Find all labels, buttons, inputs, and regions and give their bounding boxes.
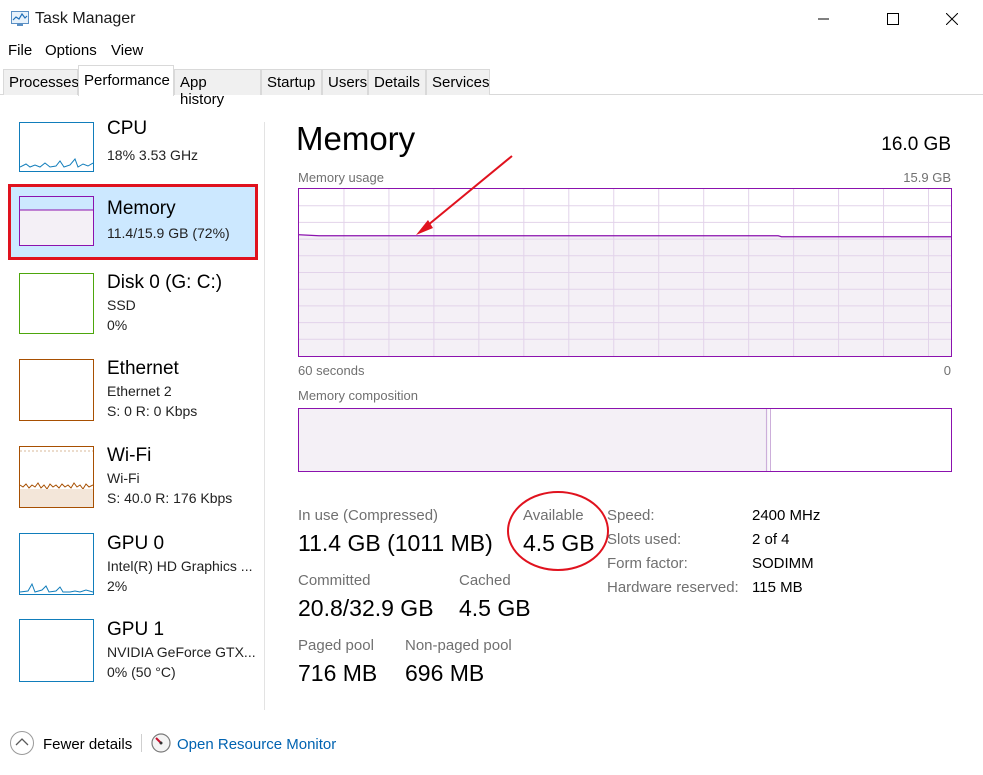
sidebar-item-gpu-0[interactable]: GPU 0 Intel(R) HD Graphics ... 2%	[8, 519, 258, 595]
minimize-button[interactable]	[801, 0, 847, 38]
menu-view[interactable]: View	[111, 42, 143, 59]
tab-users[interactable]: Users	[322, 69, 368, 95]
sidebar-item-detail: SSD	[107, 297, 136, 313]
composition-in-use-segment	[299, 409, 769, 471]
open-resource-monitor-link[interactable]: Open Resource Monitor	[177, 736, 336, 753]
hardware-reserved-value: 115 MB	[752, 579, 803, 596]
footer-bar: Fewer details Open Resource Monitor	[0, 720, 983, 775]
committed-label: Committed	[298, 572, 371, 589]
tab-strip: Processes Performance App history Startu…	[0, 65, 983, 108]
available-label: Available	[523, 507, 584, 524]
sidebar-item-disk[interactable]: Disk 0 (G: C:) SSD 0%	[8, 258, 258, 334]
sidebar-item-detail: 18% 3.53 GHz	[107, 147, 199, 163]
sidebar-item-title: CPU	[107, 118, 148, 139]
paged-pool-label: Paged pool	[298, 637, 374, 654]
speed-label: Speed:	[607, 507, 655, 524]
tab-app-history[interactable]: App history	[174, 69, 261, 108]
wifi-thumbnail-graph	[19, 446, 94, 508]
slots-value: 2 of 4	[752, 531, 790, 548]
total-memory: 16.0 GB	[881, 134, 951, 155]
window-title: Task Manager	[35, 10, 136, 27]
sidebar-item-detail: Ethernet 2	[107, 383, 172, 399]
form-factor-value: SODIMM	[752, 555, 814, 572]
maximize-icon	[887, 13, 899, 25]
form-factor-label: Form factor:	[607, 555, 688, 572]
sidebar-item-title: Disk 0 (G: C:)	[107, 272, 223, 293]
sidebar-item-memory[interactable]: Memory 11.4/15.9 GB (72%)	[8, 184, 258, 260]
resource-monitor-icon	[151, 733, 171, 753]
sidebar-item-detail: Intel(R) HD Graphics ...	[107, 558, 253, 574]
usage-fill	[299, 235, 951, 356]
menu-bar: File Options View	[0, 38, 983, 64]
sidebar-item-detail: S: 40.0 R: 176 Kbps	[107, 490, 233, 506]
sidebar-item-title: GPU 0	[107, 533, 165, 554]
ethernet-thumbnail-graph	[19, 359, 94, 421]
in-use-label: In use (Compressed)	[298, 507, 439, 524]
sidebar-item-wifi[interactable]: Wi-Fi Wi-Fi S: 40.0 R: 176 Kbps	[8, 432, 258, 508]
memory-usage-max: 15.9 GB	[903, 170, 951, 185]
slots-label: Slots used:	[607, 531, 682, 548]
sidebar-item-detail: 0% (50 °C)	[107, 664, 176, 680]
available-value: 4.5 GB	[523, 530, 595, 556]
memory-composition-bar	[298, 408, 952, 472]
cached-value: 4.5 GB	[459, 595, 531, 621]
non-paged-pool-value: 696 MB	[405, 660, 485, 686]
time-axis-right: 0	[943, 363, 951, 378]
gpu1-thumbnail-graph	[19, 619, 94, 682]
memory-usage-plot	[299, 189, 951, 356]
memory-thumbnail-graph	[19, 196, 94, 246]
cpu-thumbnail-graph	[19, 122, 94, 172]
performance-sidebar: CPU 18% 3.53 GHz Memory 11.4/15.9 GB (72…	[0, 96, 264, 710]
sidebar-item-detail: 11.4/15.9 GB (72%)	[107, 225, 230, 241]
sidebar-item-title: GPU 1	[107, 619, 165, 640]
paged-pool-value: 716 MB	[298, 660, 378, 686]
memory-usage-caption: Memory usage	[298, 170, 384, 185]
non-paged-pool-label: Non-paged pool	[405, 637, 512, 654]
close-button[interactable]	[929, 0, 975, 38]
sidebar-item-detail: 2%	[107, 578, 128, 594]
menu-file[interactable]: File	[8, 42, 32, 59]
sidebar-item-detail: NVIDIA GeForce GTX...	[107, 644, 256, 660]
sidebar-divider	[264, 122, 265, 710]
sidebar-item-detail: 0%	[107, 317, 128, 333]
tab-processes[interactable]: Processes	[3, 69, 79, 95]
fewer-details-button[interactable]: Fewer details	[43, 736, 132, 753]
chevron-up-icon[interactable]	[10, 731, 34, 755]
in-use-value: 11.4 GB (1011 MB)	[298, 530, 493, 556]
disk-thumbnail-graph	[19, 273, 94, 334]
sidebar-item-ethernet[interactable]: Ethernet Ethernet 2 S: 0 R: 0 Kbps	[8, 346, 258, 422]
memory-composition-plot	[299, 409, 771, 471]
memory-composition-caption: Memory composition	[298, 388, 418, 403]
minimize-icon	[818, 18, 829, 20]
sidebar-item-gpu-1[interactable]: GPU 1 NVIDIA GeForce GTX... 0% (50 °C)	[8, 606, 258, 682]
gpu0-thumbnail-graph	[19, 533, 94, 595]
title-bar: Task Manager	[0, 0, 983, 38]
sidebar-item-title: Memory	[107, 198, 176, 219]
menu-options[interactable]: Options	[45, 42, 97, 59]
sidebar-item-detail: S: 0 R: 0 Kbps	[107, 403, 198, 419]
task-manager-icon	[11, 11, 29, 26]
cached-label: Cached	[459, 572, 511, 589]
close-icon	[946, 13, 958, 25]
memory-usage-graph	[298, 188, 952, 357]
tab-details[interactable]: Details	[368, 69, 426, 95]
committed-value: 20.8/32.9 GB	[298, 595, 434, 621]
tab-services[interactable]: Services	[426, 69, 490, 95]
sidebar-item-cpu[interactable]: CPU 18% 3.53 GHz	[8, 110, 258, 186]
sidebar-item-title: Ethernet	[107, 358, 179, 379]
tab-startup[interactable]: Startup	[261, 69, 322, 95]
footer-divider	[141, 734, 142, 752]
sidebar-item-detail: Wi-Fi	[107, 470, 140, 486]
page-title: Memory	[296, 120, 416, 157]
hardware-reserved-label: Hardware reserved:	[607, 579, 739, 596]
time-axis-left: 60 seconds	[298, 363, 365, 378]
speed-value: 2400 MHz	[752, 507, 821, 524]
sidebar-item-title: Wi-Fi	[107, 445, 152, 466]
maximize-button[interactable]	[870, 0, 916, 38]
tab-performance[interactable]: Performance	[78, 65, 174, 96]
